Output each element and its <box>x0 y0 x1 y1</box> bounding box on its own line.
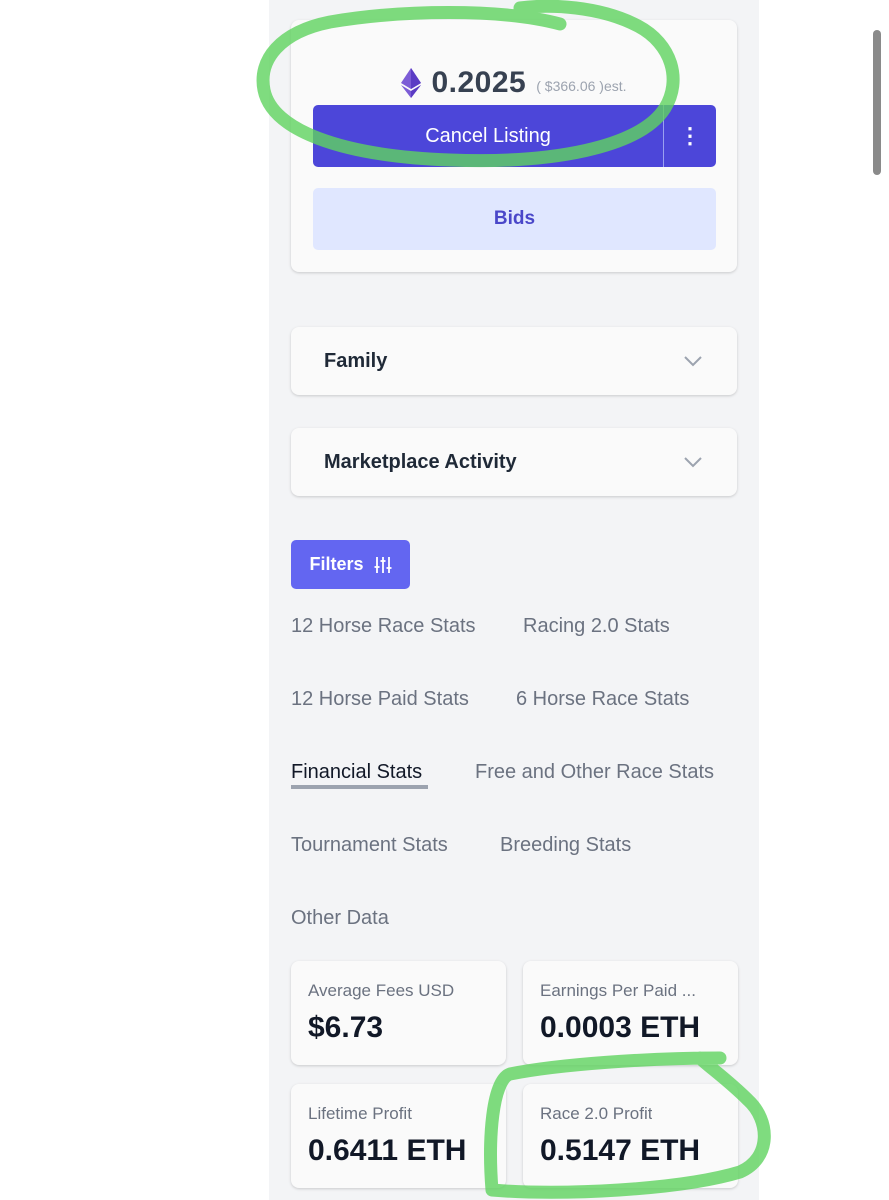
active-tab-underline <box>291 785 428 789</box>
tab-12-horse-race-stats[interactable]: 12 Horse Race Stats <box>291 615 476 638</box>
tab-racing-2-stats[interactable]: Racing 2.0 Stats <box>523 615 670 638</box>
tab-tournament-stats[interactable]: Tournament Stats <box>291 834 448 857</box>
price-usd-estimate: ( $366.06 )est. <box>536 78 627 94</box>
sliders-icon <box>374 556 392 573</box>
more-options-button[interactable]: ⋮ <box>664 105 716 167</box>
stat-value: 0.6411 ETH <box>308 1134 467 1167</box>
family-accordion[interactable]: Family <box>291 327 737 395</box>
stat-value: $6.73 <box>308 1011 384 1044</box>
chevron-down-icon <box>684 356 702 367</box>
price-row: 0.2025 ( $366.06 )est. <box>291 60 737 106</box>
tab-12-horse-paid-stats[interactable]: 12 Horse Paid Stats <box>291 688 469 711</box>
stat-card-lifetime-profit: Lifetime Profit 0.6411 ETH <box>291 1084 506 1188</box>
bids-button[interactable]: Bids <box>313 188 716 250</box>
stat-card-average-fees: Average Fees USD $6.73 <box>291 961 506 1065</box>
family-accordion-title: Family <box>324 350 388 372</box>
stat-label: Lifetime Profit <box>308 1104 412 1123</box>
marketplace-activity-accordion-title: Marketplace Activity <box>324 451 517 473</box>
stat-value: 0.0003 ETH <box>540 1011 701 1044</box>
tab-free-and-other-race-stats[interactable]: Free and Other Race Stats <box>475 761 714 784</box>
filters-button[interactable]: Filters <box>291 540 410 589</box>
tab-6-horse-race-stats[interactable]: 6 Horse Race Stats <box>516 688 689 711</box>
stat-label: Average Fees USD <box>308 981 455 1000</box>
stat-value: 0.5147 ETH <box>540 1134 701 1167</box>
ethereum-icon <box>401 68 422 98</box>
tab-other-data[interactable]: Other Data <box>291 907 389 930</box>
stat-card-race-2-profit: Race 2.0 Profit 0.5147 ETH <box>523 1084 738 1188</box>
listing-action-group: Cancel Listing ⋮ <box>313 105 716 167</box>
listing-card: 0.2025 ( $366.06 )est. Cancel Listing ⋮ … <box>291 20 737 272</box>
stat-card-earnings-per-paid: Earnings Per Paid ... 0.0003 ETH <box>523 961 738 1065</box>
cancel-listing-button[interactable]: Cancel Listing <box>313 105 664 167</box>
filters-label: Filters <box>309 554 364 574</box>
chevron-down-icon <box>684 457 702 468</box>
price-value: 0.2025 <box>431 66 527 99</box>
stat-label: Race 2.0 Profit <box>540 1104 653 1123</box>
tab-breeding-stats[interactable]: Breeding Stats <box>500 834 631 857</box>
stat-label: Earnings Per Paid ... <box>540 981 696 1000</box>
page-scrollbar[interactable] <box>873 30 881 175</box>
tab-financial-stats[interactable]: Financial Stats <box>291 761 422 784</box>
marketplace-activity-accordion[interactable]: Marketplace Activity <box>291 428 737 496</box>
